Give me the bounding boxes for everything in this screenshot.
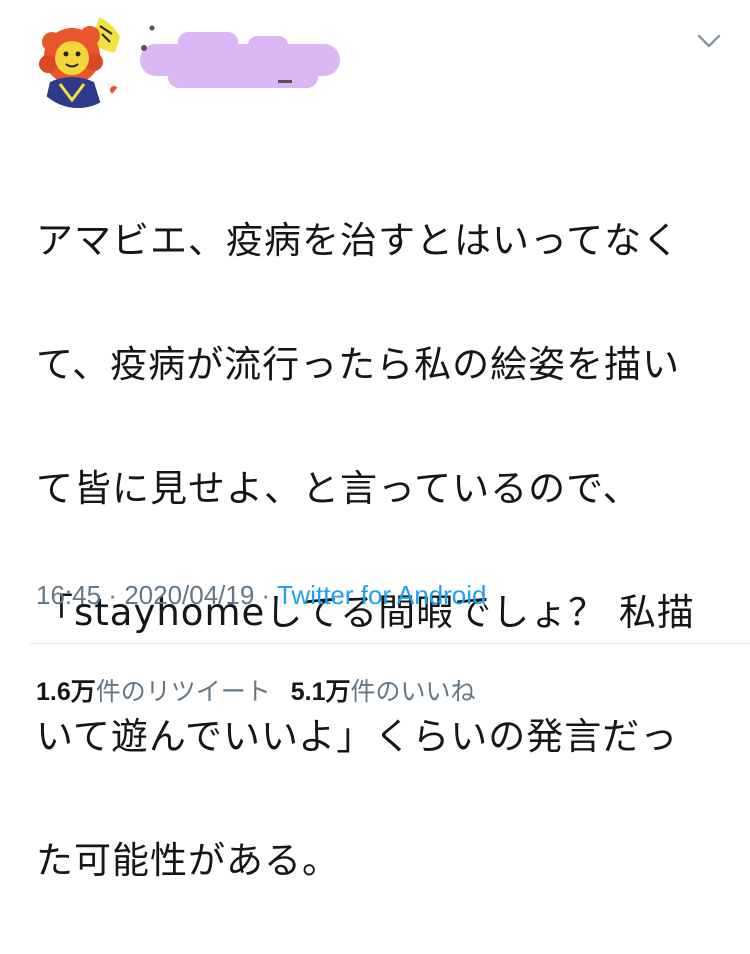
like-count: 5.1万 bbox=[290, 678, 351, 706]
tweet-text: アマビエ、疫病を治すとはいってなく て、疫病が流行ったら私の絵姿を描い て皆に見… bbox=[36, 148, 726, 954]
avatar[interactable] bbox=[30, 12, 126, 108]
tweet-text-line: アマビエ、疫病を治すとはいってなく bbox=[36, 219, 681, 262]
tweet-time[interactable]: 16:45 bbox=[36, 580, 101, 610]
divider bbox=[30, 643, 750, 644]
tweet-source-link[interactable]: Twitter for Android bbox=[277, 580, 487, 610]
tweet-text-line: いて遊んでいいよ」くらいの発言だっ bbox=[36, 715, 679, 758]
like-stat[interactable]: 5.1万件のいいね bbox=[291, 677, 476, 706]
tweet-date[interactable]: 2020/04/19 bbox=[124, 580, 254, 610]
lion-avatar-image bbox=[30, 12, 126, 108]
tweet-text-line: た可能性がある。 bbox=[36, 839, 340, 882]
meta-separator: · bbox=[254, 580, 277, 610]
retweet-count: 1.6万 bbox=[36, 678, 96, 706]
like-label: 件のいいね bbox=[350, 677, 476, 706]
tweet-text-line: て皆に見せよ、と言っているので、 bbox=[36, 467, 641, 510]
tweet-detail: アマビエ、疫病を治すとはいってなく て、疫病が流行ったら私の絵姿を描い て皆に見… bbox=[0, 0, 750, 882]
chevron-down-icon[interactable] bbox=[692, 26, 726, 56]
redacted-username bbox=[138, 22, 348, 94]
tweet-text-line: て、疫病が流行ったら私の絵姿を描い bbox=[36, 343, 681, 386]
meta-separator: · bbox=[101, 580, 125, 610]
retweet-label: 件のリツイート bbox=[95, 677, 271, 706]
retweet-stat[interactable]: 1.6万件のリツイート bbox=[36, 677, 271, 706]
tweet-meta: 16:45 · 2020/04/19 · Twitter for Android bbox=[36, 580, 487, 611]
tweet-stats: 1.6万件のリツイート 5.1万件のいいね bbox=[36, 672, 476, 708]
redaction-scribble bbox=[140, 25, 340, 88]
